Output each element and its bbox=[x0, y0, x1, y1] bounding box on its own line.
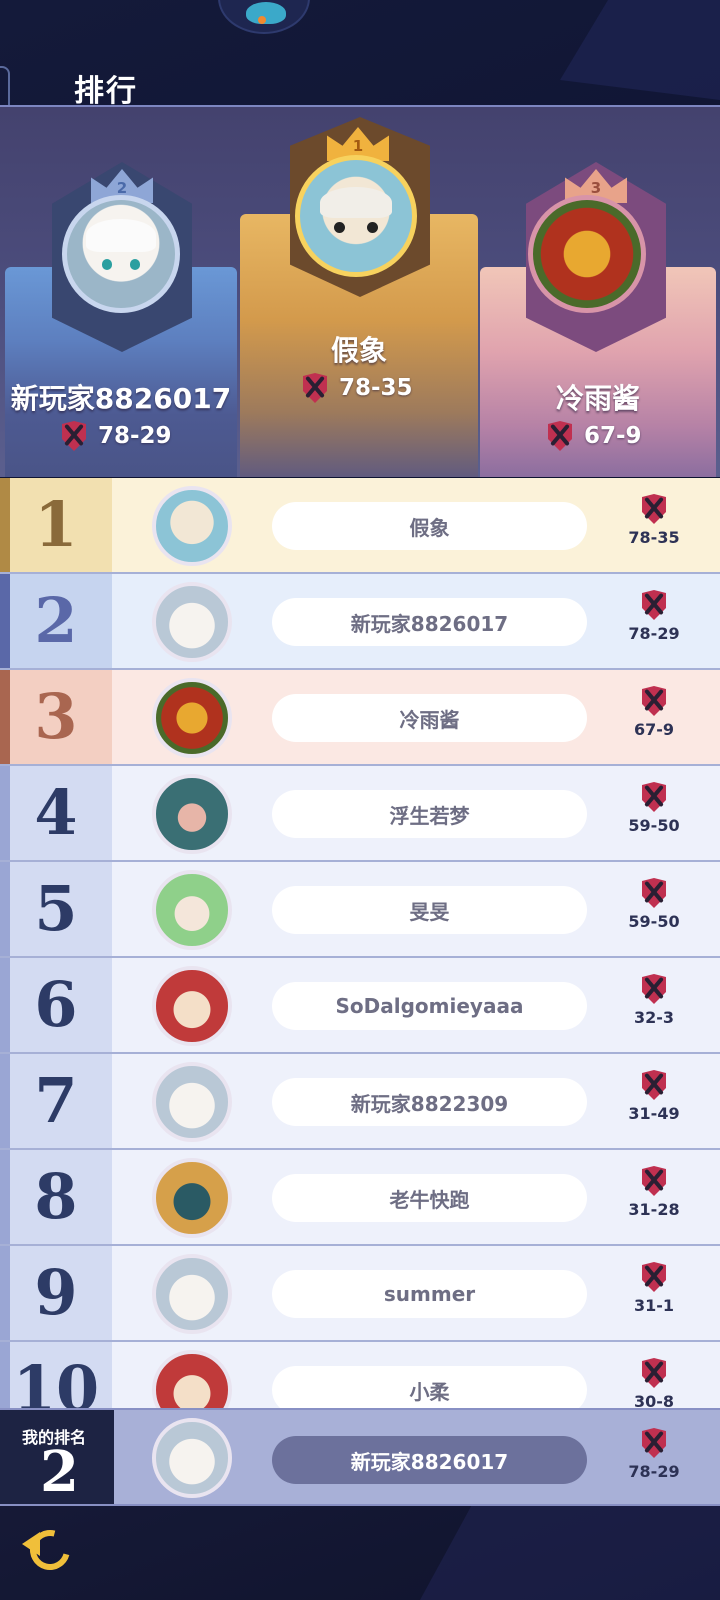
rank-cell: 6 bbox=[0, 958, 112, 1052]
rank-number: 10 bbox=[12, 1352, 100, 1409]
podium-score: 78-35 bbox=[303, 373, 413, 403]
player-name: 浮生若梦 bbox=[272, 790, 587, 838]
list-item[interactable]: 5 旻旻 59-50 bbox=[0, 862, 720, 958]
list-item[interactable]: 2 新玩家8826017 78-29 bbox=[0, 574, 720, 670]
player-avatar[interactable] bbox=[152, 678, 232, 758]
player-avatar[interactable] bbox=[152, 582, 232, 662]
rank-number: 7 bbox=[34, 1064, 78, 1137]
my-score: 78-29 bbox=[620, 1428, 688, 1481]
player-avatar[interactable] bbox=[152, 1158, 232, 1238]
top-three-podium: 2 1 3 新玩家8826017 78-29 假象 78-35 冷雨酱 67-9 bbox=[0, 105, 720, 477]
rank-number: 1 bbox=[34, 488, 78, 561]
player-score: 67-9 bbox=[620, 686, 688, 739]
rank-cell: 8 bbox=[0, 1150, 112, 1244]
player-name: 新玩家8826017 bbox=[272, 598, 587, 646]
podium-avatar[interactable] bbox=[528, 195, 646, 313]
player-score: 30-8 bbox=[620, 1358, 688, 1408]
rank-cell: 5 bbox=[0, 862, 112, 956]
player-avatar[interactable] bbox=[152, 486, 232, 566]
rank-number: 8 bbox=[34, 1160, 78, 1233]
player-score: 31-1 bbox=[620, 1262, 688, 1315]
rank-number: 4 bbox=[34, 776, 78, 849]
player-score: 31-49 bbox=[620, 1070, 688, 1123]
player-name: 冷雨酱 bbox=[272, 694, 587, 742]
player-score: 32-3 bbox=[620, 974, 688, 1027]
podium-name: 冷雨酱 bbox=[555, 382, 640, 415]
rank-number: 6 bbox=[34, 968, 78, 1041]
player-score: 78-29 bbox=[620, 590, 688, 643]
player-score: 78-35 bbox=[620, 494, 688, 547]
player-name: 老牛快跑 bbox=[272, 1174, 587, 1222]
list-item[interactable]: 7 新玩家8822309 31-49 bbox=[0, 1054, 720, 1150]
podium-score: 67-9 bbox=[548, 421, 642, 451]
ranking-list[interactable]: 1 假象 78-35 2 新玩家8826017 78-29 3 冷雨酱 67-9 4 浮生若梦 59-… bbox=[0, 478, 720, 1408]
player-avatar[interactable] bbox=[152, 774, 232, 854]
list-item[interactable]: 6 SoDalgomieyaaa 32-3 bbox=[0, 958, 720, 1054]
rank-number: 9 bbox=[34, 1256, 78, 1329]
player-score: 31-28 bbox=[620, 1166, 688, 1219]
crossed-swords-shield-icon bbox=[642, 686, 666, 716]
my-rank-bar: 我的排名 2 新玩家8826017 78-29 bbox=[0, 1408, 720, 1506]
background-shape bbox=[420, 1490, 720, 1600]
podium-avatar[interactable] bbox=[62, 195, 180, 313]
list-item[interactable]: 9 summer 31-1 bbox=[0, 1246, 720, 1342]
list-item[interactable]: 4 浮生若梦 59-50 bbox=[0, 766, 720, 862]
rank-number: 2 bbox=[34, 584, 78, 657]
mascot-icon bbox=[218, 0, 310, 34]
rank-cell: 10 bbox=[0, 1342, 112, 1409]
my-rank-number: 2 bbox=[40, 1439, 79, 1505]
crossed-swords-shield-icon bbox=[642, 878, 666, 908]
crossed-swords-shield-icon bbox=[303, 373, 327, 403]
crossed-swords-shield-icon bbox=[642, 494, 666, 524]
crossed-swords-shield-icon bbox=[642, 1070, 666, 1100]
crossed-swords-shield-icon bbox=[642, 1262, 666, 1292]
back-arrow-icon[interactable] bbox=[22, 1522, 78, 1578]
player-name: 假象 bbox=[272, 502, 587, 550]
crossed-swords-shield-icon bbox=[548, 421, 572, 451]
rank-cell: 1 bbox=[0, 478, 112, 572]
rank-cell: 9 bbox=[0, 1246, 112, 1340]
crossed-swords-shield-icon bbox=[62, 421, 86, 451]
crossed-swords-shield-icon bbox=[642, 590, 666, 620]
player-name: 小柔 bbox=[272, 1366, 587, 1408]
crossed-swords-shield-icon bbox=[642, 1358, 666, 1388]
rank-cell: 4 bbox=[0, 766, 112, 860]
my-avatar[interactable] bbox=[152, 1418, 232, 1498]
player-avatar[interactable] bbox=[152, 1350, 232, 1408]
podium-avatar[interactable] bbox=[295, 155, 417, 277]
podium-name: 新玩家8826017 bbox=[10, 382, 232, 415]
player-score: 59-50 bbox=[620, 782, 688, 835]
rank-number: 5 bbox=[34, 872, 78, 945]
player-name: 新玩家8822309 bbox=[272, 1078, 587, 1126]
background-shape bbox=[560, 0, 720, 100]
crossed-swords-shield-icon bbox=[642, 974, 666, 1004]
podium-name: 假象 bbox=[330, 334, 387, 367]
player-avatar[interactable] bbox=[152, 1254, 232, 1334]
rank-number: 3 bbox=[34, 680, 78, 753]
page-title: 排行 bbox=[74, 74, 138, 109]
rank-cell: 2 bbox=[0, 574, 112, 668]
rank-cell: 7 bbox=[0, 1054, 112, 1148]
player-name: summer bbox=[272, 1270, 587, 1318]
player-score: 59-50 bbox=[620, 878, 688, 931]
player-name: SoDalgomieyaaa bbox=[272, 982, 587, 1030]
list-item[interactable]: 3 冷雨酱 67-9 bbox=[0, 670, 720, 766]
my-name: 新玩家8826017 bbox=[272, 1436, 587, 1484]
player-name: 旻旻 bbox=[272, 886, 587, 934]
crossed-swords-shield-icon bbox=[642, 1166, 666, 1196]
list-item[interactable]: 8 老牛快跑 31-28 bbox=[0, 1150, 720, 1246]
player-avatar[interactable] bbox=[152, 966, 232, 1046]
list-item[interactable]: 10 小柔 30-8 bbox=[0, 1342, 720, 1408]
rank-cell: 3 bbox=[0, 670, 112, 764]
player-avatar[interactable] bbox=[152, 1062, 232, 1142]
player-avatar[interactable] bbox=[152, 870, 232, 950]
podium-score: 78-29 bbox=[62, 421, 172, 451]
crossed-swords-shield-icon bbox=[642, 782, 666, 812]
list-item[interactable]: 1 假象 78-35 bbox=[0, 478, 720, 574]
crossed-swords-shield-icon bbox=[642, 1428, 666, 1458]
